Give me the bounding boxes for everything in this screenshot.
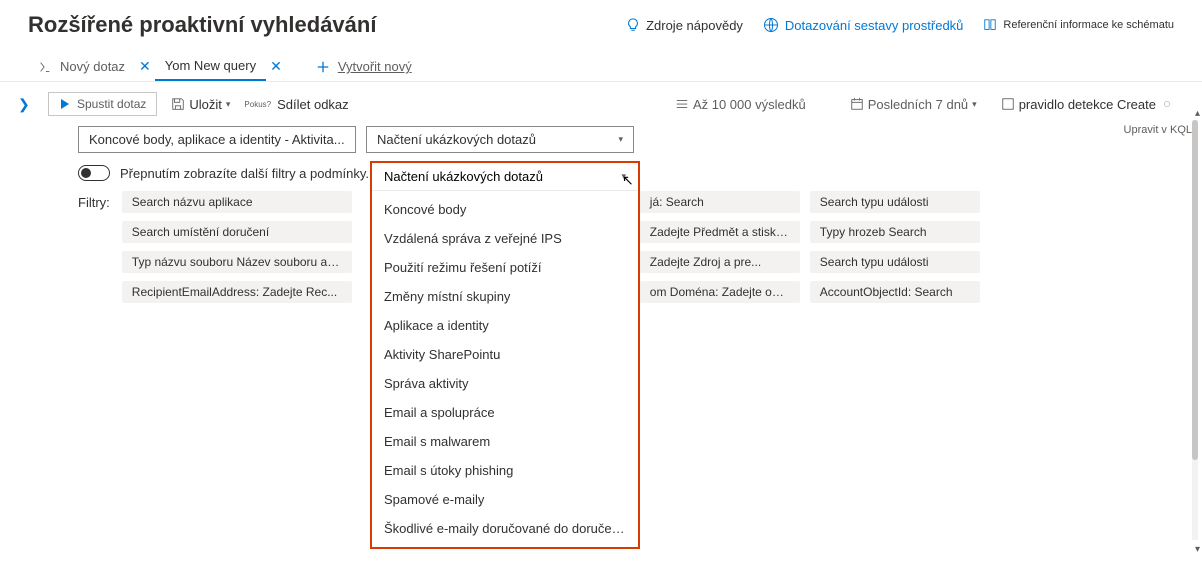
plus-icon <box>316 60 330 74</box>
toggle-label: Přepnutím zobrazíte další filtry a podmí… <box>120 166 369 181</box>
dropdown-item[interactable]: Aktivity SharePointu <box>372 340 638 369</box>
help-resources-label: Zdroje nápovědy <box>646 18 743 33</box>
close-icon[interactable]: ✕ <box>266 58 286 75</box>
tab-new-query[interactable]: Nový dotaz <box>28 53 135 80</box>
sample-queries-dropdown[interactable]: Načtení ukázkových dotazů ▾ <box>366 126 634 153</box>
time-range-label: Posledních 7 dnů <box>868 97 968 112</box>
link-icon <box>1160 97 1174 111</box>
dropdown-item[interactable]: Email s malwarem <box>372 427 638 456</box>
tabs-bar: Nový dotaz ✕ Yom New query ✕ Vytvořit no… <box>0 46 1202 82</box>
run-query-button[interactable]: Spustit dotaz <box>48 92 157 116</box>
detection-rule-button[interactable]: pravidlo detekce Create <box>1001 97 1174 112</box>
expand-chevron-icon[interactable]: ❯ <box>18 96 30 113</box>
scroll-up-icon[interactable]: ▴ <box>1195 108 1200 119</box>
dropdown-item[interactable]: Koncové body <box>372 195 638 224</box>
resources-query-link[interactable]: Dotazování sestavy prostředků <box>763 17 963 33</box>
filter-chip[interactable]: Zadejte Předmět a stiskněte ... <box>640 221 800 243</box>
scrollbar[interactable] <box>1192 120 1198 540</box>
scrollbar-thumb[interactable] <box>1192 120 1198 460</box>
results-limit[interactable]: Až 10 000 výsledků <box>675 97 806 112</box>
help-resources-link[interactable]: Zdroje nápovědy <box>626 18 743 33</box>
tab-create-label: Vytvořit nový <box>338 59 412 74</box>
tab-create-new[interactable]: Vytvořit nový <box>306 53 422 80</box>
rule-icon <box>1001 97 1015 111</box>
page-title: Rozšířené proaktivní vyhledávání <box>28 12 606 38</box>
filter-chip[interactable]: Search typu události <box>810 251 980 273</box>
close-icon[interactable]: ✕ <box>135 58 155 75</box>
share-link-button[interactable]: Pokus? Sdílet odkaz <box>244 97 348 112</box>
save-button[interactable]: Uložit ▾ <box>171 97 230 112</box>
dropdown-header-label: Načtení ukázkových dotazů <box>384 169 543 184</box>
toolbar: ❯ Spustit dotaz Uložit ▾ Pokus? Sdílet o… <box>0 82 1202 126</box>
dropdown-item[interactable]: Škodlivé e-maily doručované do doručené … <box>372 514 638 543</box>
tab-new-query-label: Nový dotaz <box>60 59 125 74</box>
run-query-label: Spustit dotaz <box>77 97 146 111</box>
dropdown-item[interactable]: Spamové e-maily <box>372 485 638 514</box>
filter-chip[interactable]: Typ názvu souboru Název souboru a pr... <box>122 251 352 273</box>
filter-chip[interactable]: Typy hrozeb Search <box>810 221 980 243</box>
time-range[interactable]: Posledních 7 dnů ▾ <box>850 97 977 112</box>
share-label: Sdílet odkaz <box>277 97 349 112</box>
dropdown-label: Načtení ukázkových dotazů <box>377 132 536 147</box>
filter-chip[interactable]: AccountObjectId: Search <box>810 281 980 303</box>
filter-chip[interactable]: Search umístění doručení <box>122 221 352 243</box>
activity-input[interactable]: Koncové body, aplikace a identity - Akti… <box>78 126 356 153</box>
play-icon <box>59 98 71 110</box>
filter-chip[interactable]: Zadejte Zdroj a pre... <box>640 251 800 273</box>
filter-chip[interactable]: já: Search <box>640 191 800 213</box>
detection-rule-label: pravidlo detekce Create <box>1019 97 1156 112</box>
filter-chip[interactable]: Search názvu aplikace <box>122 191 352 213</box>
schema-reference-link[interactable]: Referenční informace ke schématu <box>983 18 1174 32</box>
filter-chip[interactable]: Search typu události <box>810 191 980 213</box>
list-icon <box>675 97 689 111</box>
filter-chip[interactable]: om Doména: Zadejte odesílatele... <box>640 281 800 303</box>
schema-reference-label: Referenční informace ke schématu <box>1003 19 1174 31</box>
dropdown-item[interactable]: Email s útoky phishing <box>372 456 638 485</box>
tab-yom-new-query[interactable]: Yom New query <box>155 52 266 81</box>
chevron-down-icon: ▾ <box>972 99 977 110</box>
dropdown-item[interactable]: Vzdálená správa z veřejné IPS <box>372 224 638 253</box>
dropdown-item[interactable]: Změny místní skupiny <box>372 282 638 311</box>
save-icon <box>171 97 185 111</box>
scroll-down-icon[interactable]: ▾ <box>1195 544 1200 555</box>
results-limit-label: Až 10 000 výsledků <box>693 97 806 112</box>
sample-queries-panel: Načtení ukázkových dotazů ▾ Koncové body… <box>370 161 640 549</box>
lightbulb-icon <box>626 18 640 32</box>
chevron-down-icon: ▾ <box>618 134 623 145</box>
query-icon <box>38 60 52 74</box>
chevron-down-icon: ▾ <box>226 99 231 110</box>
filters-label: Filtry: <box>78 191 110 303</box>
save-label: Uložit <box>189 97 222 112</box>
dropdown-item[interactable]: Aplikace a identity <box>372 311 638 340</box>
filters-toggle[interactable] <box>78 165 110 181</box>
filter-chip[interactable]: RecipientEmailAddress: Zadejte Rec... <box>122 281 352 303</box>
tab-yom-label: Yom New query <box>165 58 256 73</box>
cursor-icon: ↖ <box>622 172 634 189</box>
calendar-icon <box>850 97 864 111</box>
globe-icon <box>763 17 779 33</box>
resources-query-label: Dotazování sestavy prostředků <box>785 18 963 33</box>
dropdown-item[interactable]: Použití režimu řešení potíží <box>372 253 638 282</box>
book-icon <box>983 18 997 32</box>
dropdown-item[interactable]: Správa aktivity <box>372 369 638 398</box>
dropdown-item[interactable]: Email a spolupráce <box>372 398 638 427</box>
